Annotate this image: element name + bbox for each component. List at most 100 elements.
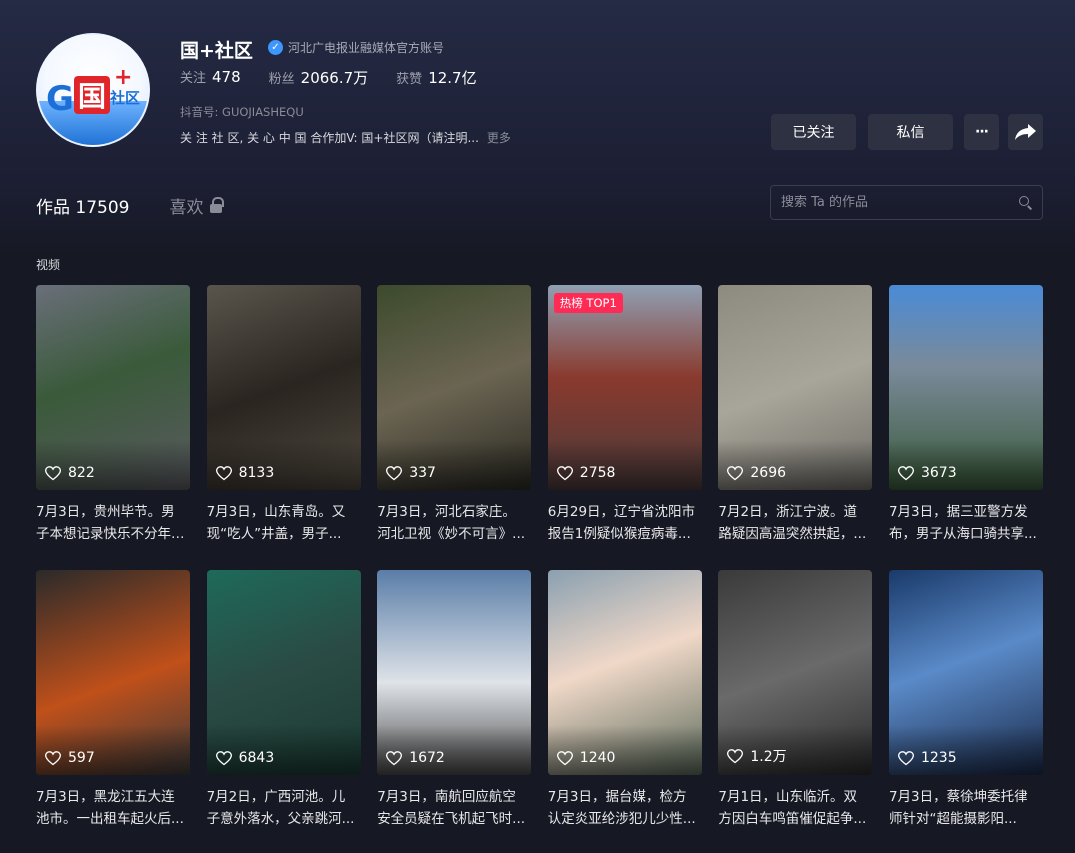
- stat-followers[interactable]: 粉丝 2066.7万: [269, 67, 369, 88]
- profile-stats: 关注 478 粉丝 2066.7万 获赞 12.7亿: [180, 67, 477, 88]
- video-thumbnail[interactable]: 8133: [206, 285, 361, 490]
- message-button[interactable]: 私信: [868, 114, 953, 150]
- stat-label: 关注: [180, 71, 207, 86]
- video-thumbnail[interactable]: 1235: [888, 570, 1043, 775]
- video-thumbnail[interactable]: 597: [36, 570, 190, 775]
- avatar-logo-box: 国: [74, 76, 110, 114]
- video-card[interactable]: 2696 7月2日，浙江宁波。道路疑因高温突然拱起，...: [718, 285, 873, 570]
- like-count: 2696: [727, 465, 786, 481]
- stat-value: 12.7亿: [428, 69, 477, 87]
- bio-more-link[interactable]: 更多: [487, 131, 511, 145]
- video-thumbnail[interactable]: 2696: [718, 285, 873, 490]
- heart-icon: [386, 750, 403, 765]
- video-card[interactable]: 597 7月3日，黑龙江五大连池市。一出租车起火后...: [36, 570, 190, 853]
- video-caption[interactable]: 7月1日，山东临沂。双方因白车鸣笛催促起争...: [718, 786, 872, 830]
- like-count-value: 3673: [920, 465, 957, 481]
- video-card[interactable]: 822 7月3日，贵州毕节。男子本想记录快乐不分年龄的美好时刻...: [36, 285, 190, 570]
- video-thumbnail[interactable]: 1.2万: [718, 570, 873, 775]
- heart-icon: [727, 465, 744, 480]
- like-count: 1235: [897, 750, 957, 766]
- video-thumbnail[interactable]: 1240: [547, 570, 702, 775]
- video-card[interactable]: 337 7月3日，河北石家庄。河北卫视《妙不可言》...: [377, 285, 532, 570]
- video-thumbnail[interactable]: 337: [377, 285, 532, 490]
- video-card[interactable]: 1235 7月3日，蔡徐坤委托律师针对“超能摄影阳...: [888, 570, 1043, 853]
- video-thumbnail[interactable]: 热榜 TOP1 2758: [547, 285, 702, 490]
- avatar-logo-community: 社区: [110, 89, 141, 107]
- video-caption[interactable]: 7月3日，据三亚警方发布，男子从海口骑共享...: [889, 501, 1043, 545]
- lock-icon: [209, 196, 224, 213]
- video-card[interactable]: 6843 7月2日，广西河池。儿子意外落水，父亲跳河...: [206, 570, 361, 853]
- bio-text: 关 注 社 区, 关 心 中 国 合作加V: 国+社区网（请注明...: [180, 131, 479, 145]
- video-caption[interactable]: 7月3日，据台媒，检方认定炎亚纶涉犯儿少性...: [548, 786, 702, 830]
- video-caption[interactable]: 7月3日，蔡徐坤委托律师针对“超能摄影阳...: [889, 786, 1043, 830]
- stat-following[interactable]: 关注 478: [180, 67, 241, 88]
- video-caption[interactable]: 7月3日，黑龙江五大连池市。一出租车起火后...: [36, 786, 190, 830]
- stat-label: 粉丝: [268, 72, 295, 87]
- video-card[interactable]: 1.2万 7月1日，山东临沂。双方因白车鸣笛催促起争...: [718, 570, 873, 853]
- video-caption[interactable]: 6月29日，辽宁省沈阳市报告1例疑似猴痘病毒...: [548, 501, 702, 545]
- heart-icon: [727, 748, 744, 763]
- video-thumbnail[interactable]: 3673: [888, 285, 1043, 490]
- like-count-value: 597: [68, 750, 95, 766]
- heart-icon: [556, 750, 573, 765]
- video-caption[interactable]: 7月3日，山东青岛。又现“吃人”井盖，男子...: [207, 501, 361, 545]
- stat-value: 478: [212, 68, 241, 86]
- followed-button[interactable]: 已关注: [771, 114, 856, 150]
- section-label-videos: 视频: [36, 258, 61, 272]
- like-count: 8133: [215, 465, 275, 481]
- like-count-value: 822: [68, 465, 95, 481]
- video-thumbnail[interactable]: 822: [36, 285, 190, 490]
- more-options-button[interactable]: ···: [964, 114, 999, 150]
- like-count-value: 2758: [579, 465, 616, 481]
- verified-check-icon: ✓: [268, 40, 283, 55]
- like-count: 1240: [556, 750, 616, 766]
- tab-likes[interactable]: 喜欢: [170, 193, 224, 218]
- stat-value: 2066.7万: [300, 69, 369, 87]
- like-count: 1.2万: [727, 746, 787, 766]
- verification: ✓ 河北广电报业融媒体官方账号: [268, 39, 444, 56]
- like-count-value: 8133: [238, 465, 275, 481]
- like-count-value: 1672: [409, 750, 445, 766]
- video-caption[interactable]: 7月2日，浙江宁波。道路疑因高温突然拱起，...: [718, 501, 872, 545]
- douyin-id: 抖音号: GUOJIASHEQU: [180, 105, 304, 119]
- like-count: 3673: [897, 465, 957, 481]
- heart-icon: [215, 465, 232, 480]
- heart-icon: [386, 465, 403, 480]
- video-card[interactable]: 3673 7月3日，据三亚警方发布，男子从海口骑共享...: [888, 285, 1043, 570]
- stat-likes: 获赞 12.7亿: [396, 67, 476, 88]
- like-count-value: 1235: [920, 750, 957, 766]
- hot-rank-badge: 热榜 TOP1: [553, 293, 623, 313]
- video-caption[interactable]: 7月2日，广西河池。儿子意外落水，父亲跳河...: [207, 786, 361, 830]
- like-count: 2758: [556, 465, 616, 481]
- avatar-logo-g: G: [46, 79, 74, 119]
- video-thumbnail[interactable]: 1672: [377, 570, 532, 775]
- like-count: 822: [45, 465, 95, 481]
- profile-tabs: 作品 17509 喜欢: [36, 193, 224, 218]
- works-search-box[interactable]: [770, 185, 1043, 220]
- works-search-input[interactable]: [781, 195, 1019, 210]
- video-caption[interactable]: 7月3日，南航回应航空安全员疑在飞机起飞时...: [377, 786, 531, 830]
- search-icon[interactable]: [1019, 196, 1032, 209]
- heart-icon: [897, 465, 914, 480]
- like-count-value: 337: [409, 465, 436, 481]
- video-card[interactable]: 1240 7月3日，据台媒，检方认定炎亚纶涉犯儿少性...: [547, 570, 702, 853]
- profile-bio: 关 注 社 区, 关 心 中 国 合作加V: 国+社区网（请注明... 更多: [180, 129, 511, 146]
- like-count: 337: [386, 465, 436, 481]
- avatar[interactable]: G 国 + 社区: [36, 33, 150, 147]
- heart-icon: [897, 750, 914, 765]
- heart-icon: [556, 465, 573, 480]
- tab-works-count: 17509: [75, 198, 130, 218]
- like-count: 597: [45, 750, 95, 766]
- share-button[interactable]: [1008, 114, 1043, 150]
- video-card[interactable]: 1672 7月3日，南航回应航空安全员疑在飞机起飞时...: [377, 570, 532, 853]
- tab-works[interactable]: 作品 17509: [36, 193, 130, 218]
- video-caption[interactable]: 7月3日，贵州毕节。男子本想记录快乐不分年龄的美好时刻...: [36, 501, 190, 545]
- like-count-value: 2696: [750, 465, 787, 481]
- like-count-value: 1240: [579, 750, 616, 766]
- video-card[interactable]: 热榜 TOP1 2758 6月29日，辽宁省沈阳市报告1例疑似猴痘病毒...: [547, 285, 702, 570]
- video-thumbnail[interactable]: 6843: [206, 570, 361, 775]
- like-count: 1672: [386, 750, 445, 766]
- profile-name: 国+社区: [180, 40, 253, 62]
- video-card[interactable]: 8133 7月3日，山东青岛。又现“吃人”井盖，男子...: [206, 285, 361, 570]
- video-caption[interactable]: 7月3日，河北石家庄。河北卫视《妙不可言》...: [377, 501, 531, 545]
